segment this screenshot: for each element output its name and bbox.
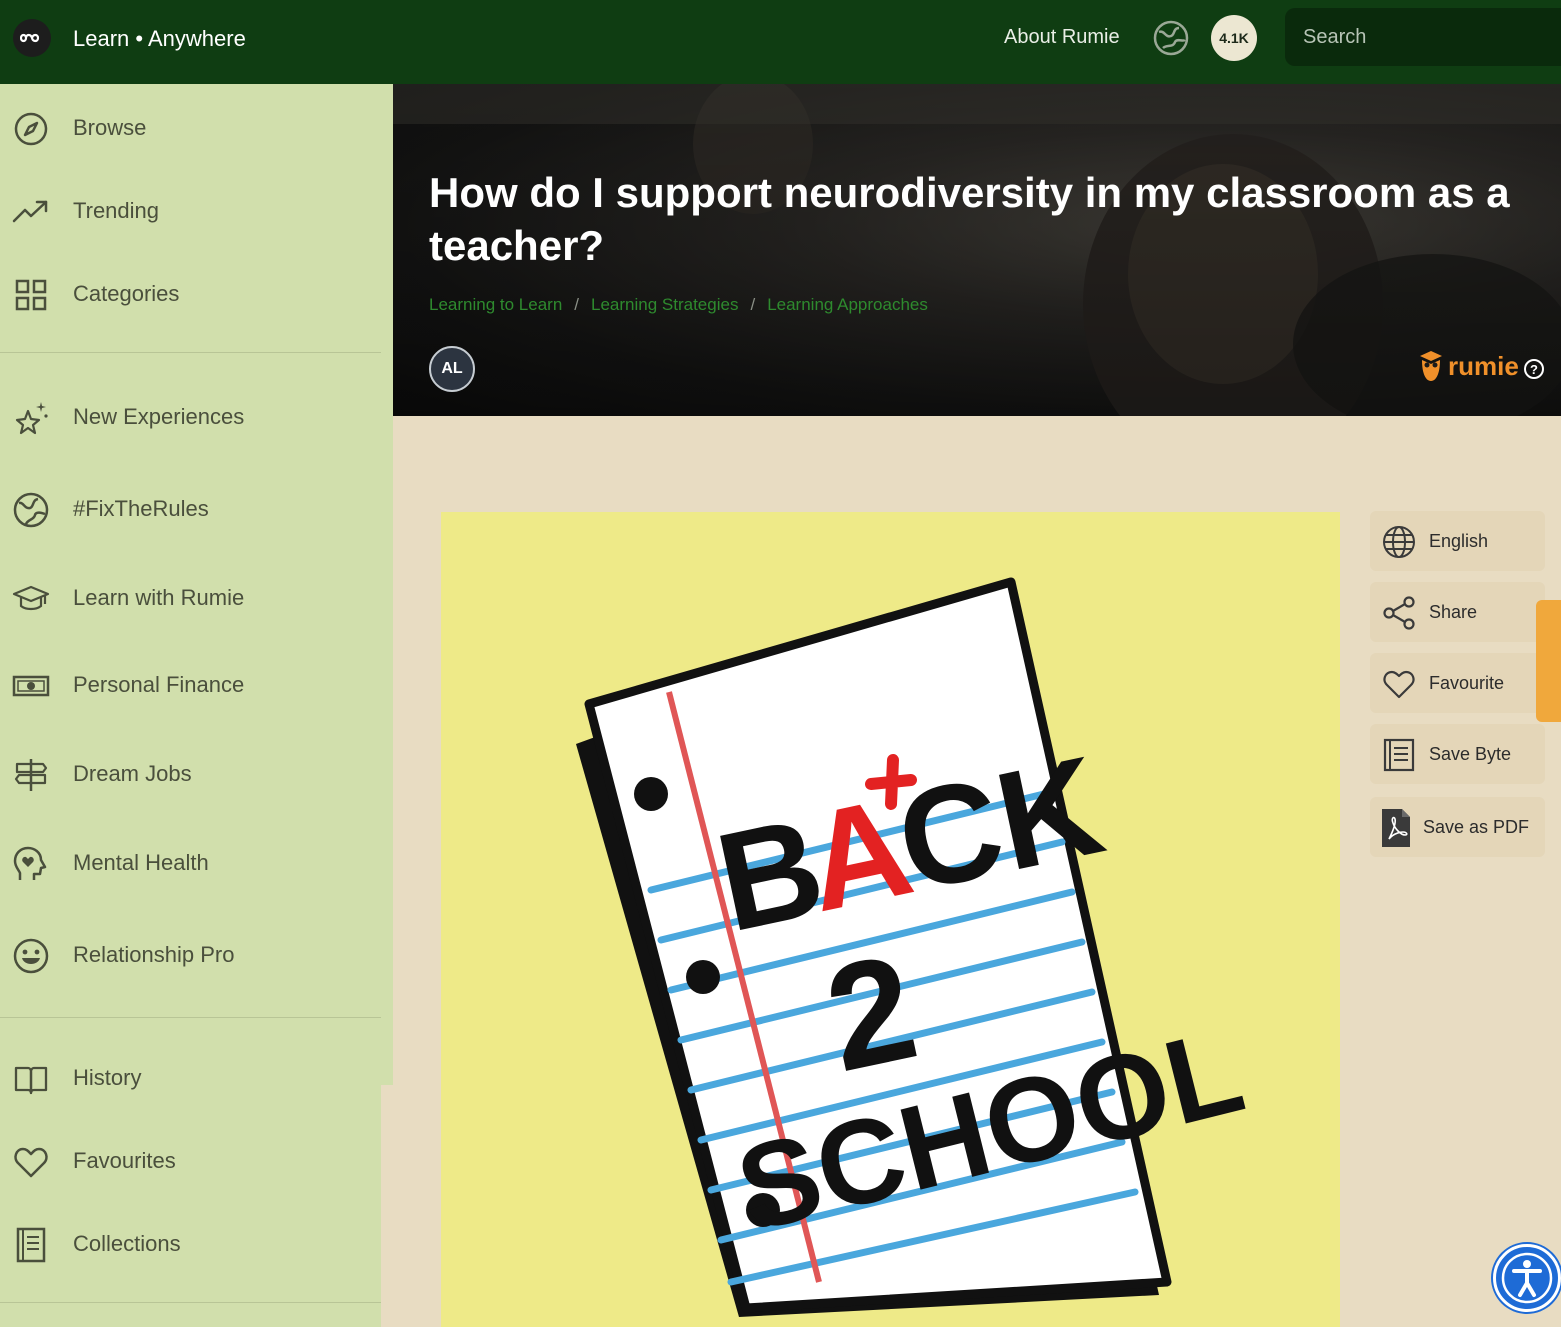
head-heart-icon bbox=[13, 846, 47, 880]
sidebar-item-label: Favourites bbox=[73, 1148, 176, 1173]
sidebar-item-label: Learn with Rumie bbox=[73, 585, 245, 610]
breadcrumb: Learning to Learn / Learning Strategies / Le… bbox=[429, 295, 928, 315]
sidebar-item-new-experiences[interactable]: New Experiences bbox=[0, 387, 380, 447]
accessibility-icon bbox=[1501, 1252, 1553, 1304]
sidebar-item-label: Collections bbox=[73, 1231, 181, 1256]
sidebar-item-label: Relationship Pro bbox=[73, 942, 235, 967]
sidebar-item-trending[interactable]: Trending bbox=[0, 181, 380, 241]
trending-icon bbox=[12, 200, 48, 223]
save-as-pdf-button[interactable]: Save as PDF bbox=[1370, 797, 1545, 857]
sidebar-item-dream-jobs[interactable]: Dream Jobs bbox=[0, 744, 380, 804]
breadcrumb-item[interactable]: Learning Approaches bbox=[767, 295, 928, 314]
signpost-icon bbox=[14, 759, 48, 791]
sidebar-item-label: Mental Health bbox=[73, 850, 209, 875]
brand-title[interactable]: Learn • Anywhere bbox=[73, 26, 246, 52]
sidebar: Browse Trending Categories New Experienc… bbox=[0, 84, 393, 1327]
rumie-wordmark: rumie bbox=[1448, 350, 1519, 381]
search-input[interactable] bbox=[1285, 8, 1561, 66]
sidebar-item-history[interactable]: History bbox=[0, 1048, 380, 1108]
globe-language-icon[interactable] bbox=[1151, 18, 1191, 58]
author-avatar[interactable]: AL bbox=[429, 346, 475, 392]
sidebar-item-label: #FixTheRules bbox=[73, 496, 209, 521]
rumie-logo[interactable]: rumie bbox=[1418, 350, 1519, 382]
notebook-icon bbox=[1383, 738, 1415, 772]
top-header: Learn • Anywhere About Rumie 4.1K bbox=[0, 0, 1561, 84]
heart-icon bbox=[14, 1147, 48, 1178]
sidebar-item-mental-health[interactable]: Mental Health bbox=[0, 833, 380, 893]
sidebar-item-label: New Experiences bbox=[73, 404, 245, 429]
globe-icon bbox=[13, 492, 49, 528]
breadcrumb-item[interactable]: Learning Strategies bbox=[591, 295, 738, 314]
page-background-strip bbox=[381, 1085, 393, 1327]
sidebar-item-fixtherules[interactable]: #FixTheRules bbox=[0, 479, 380, 539]
sidebar-divider bbox=[0, 1017, 381, 1018]
infinity-logo-icon[interactable] bbox=[13, 19, 51, 57]
action-label: Favourite bbox=[1429, 673, 1505, 693]
sidebar-item-label: Categories bbox=[73, 281, 180, 306]
breadcrumb-separator: / bbox=[750, 295, 756, 314]
heart-icon bbox=[1383, 670, 1415, 699]
banknote-icon bbox=[12, 675, 50, 697]
action-label: Save Byte bbox=[1429, 744, 1512, 764]
sidebar-item-browse[interactable]: Browse bbox=[0, 98, 380, 158]
share-icon bbox=[1383, 596, 1415, 630]
sparkle-star-icon bbox=[15, 402, 48, 435]
points-badge[interactable]: 4.1K bbox=[1211, 15, 1257, 61]
sidebar-item-categories[interactable]: Categories bbox=[0, 264, 380, 324]
sidebar-item-label: Browse bbox=[73, 115, 147, 140]
back-to-school-illustration: B A CK 2 SCHOOL bbox=[576, 577, 1255, 1317]
byte-cover-image: B A CK 2 SCHOOL bbox=[441, 512, 1340, 1327]
breadcrumb-separator: / bbox=[574, 295, 580, 314]
globe-icon bbox=[1383, 526, 1415, 558]
about-rumie-link[interactable]: About Rumie bbox=[1004, 26, 1120, 49]
help-icon[interactable]: ? bbox=[1523, 358, 1545, 380]
sidebar-item-personal-finance[interactable]: Personal Finance bbox=[0, 655, 380, 715]
sidebar-item-favourites[interactable]: Favourites bbox=[0, 1131, 380, 1191]
owl-logo-icon bbox=[1420, 351, 1442, 381]
sidebar-item-relationship-pro[interactable]: Relationship Pro bbox=[0, 925, 380, 985]
accessibility-button[interactable] bbox=[1493, 1244, 1561, 1312]
action-label: English bbox=[1429, 531, 1489, 551]
smiley-icon bbox=[13, 938, 49, 974]
byte-hero-banner: How do I support neurodiversity in my cl… bbox=[393, 84, 1561, 416]
sidebar-divider bbox=[0, 352, 381, 353]
breadcrumb-item[interactable]: Learning to Learn bbox=[429, 295, 562, 314]
compass-icon bbox=[14, 112, 48, 146]
action-label: Save as PDF bbox=[1423, 817, 1530, 837]
sidebar-item-collections[interactable]: Collections bbox=[0, 1214, 380, 1274]
favourite-button[interactable]: Favourite bbox=[1370, 653, 1545, 713]
sidebar-item-label: Trending bbox=[73, 198, 160, 223]
sidebar-item-learn-with-rumie[interactable]: Learn with Rumie bbox=[0, 568, 380, 628]
action-label: Share bbox=[1429, 602, 1478, 622]
collection-icon bbox=[16, 1227, 46, 1263]
svg-text:?: ? bbox=[1530, 362, 1538, 377]
page-title: How do I support neurodiversity in my cl… bbox=[429, 169, 1510, 269]
pdf-icon bbox=[1382, 809, 1410, 847]
sidebar-item-label: History bbox=[73, 1065, 142, 1090]
language-english-button[interactable]: English bbox=[1370, 511, 1545, 571]
save-byte-button[interactable]: Save Byte bbox=[1370, 724, 1545, 784]
sidebar-item-label: Dream Jobs bbox=[73, 761, 192, 786]
sidebar-item-label: Personal Finance bbox=[73, 672, 245, 697]
graduation-cap-icon bbox=[12, 585, 50, 611]
sidebar-divider bbox=[0, 1302, 381, 1303]
book-open-icon bbox=[14, 1066, 48, 1095]
grid-icon bbox=[15, 279, 47, 311]
share-button[interactable]: Share bbox=[1370, 582, 1545, 642]
feedback-side-tab[interactable] bbox=[1536, 600, 1561, 722]
